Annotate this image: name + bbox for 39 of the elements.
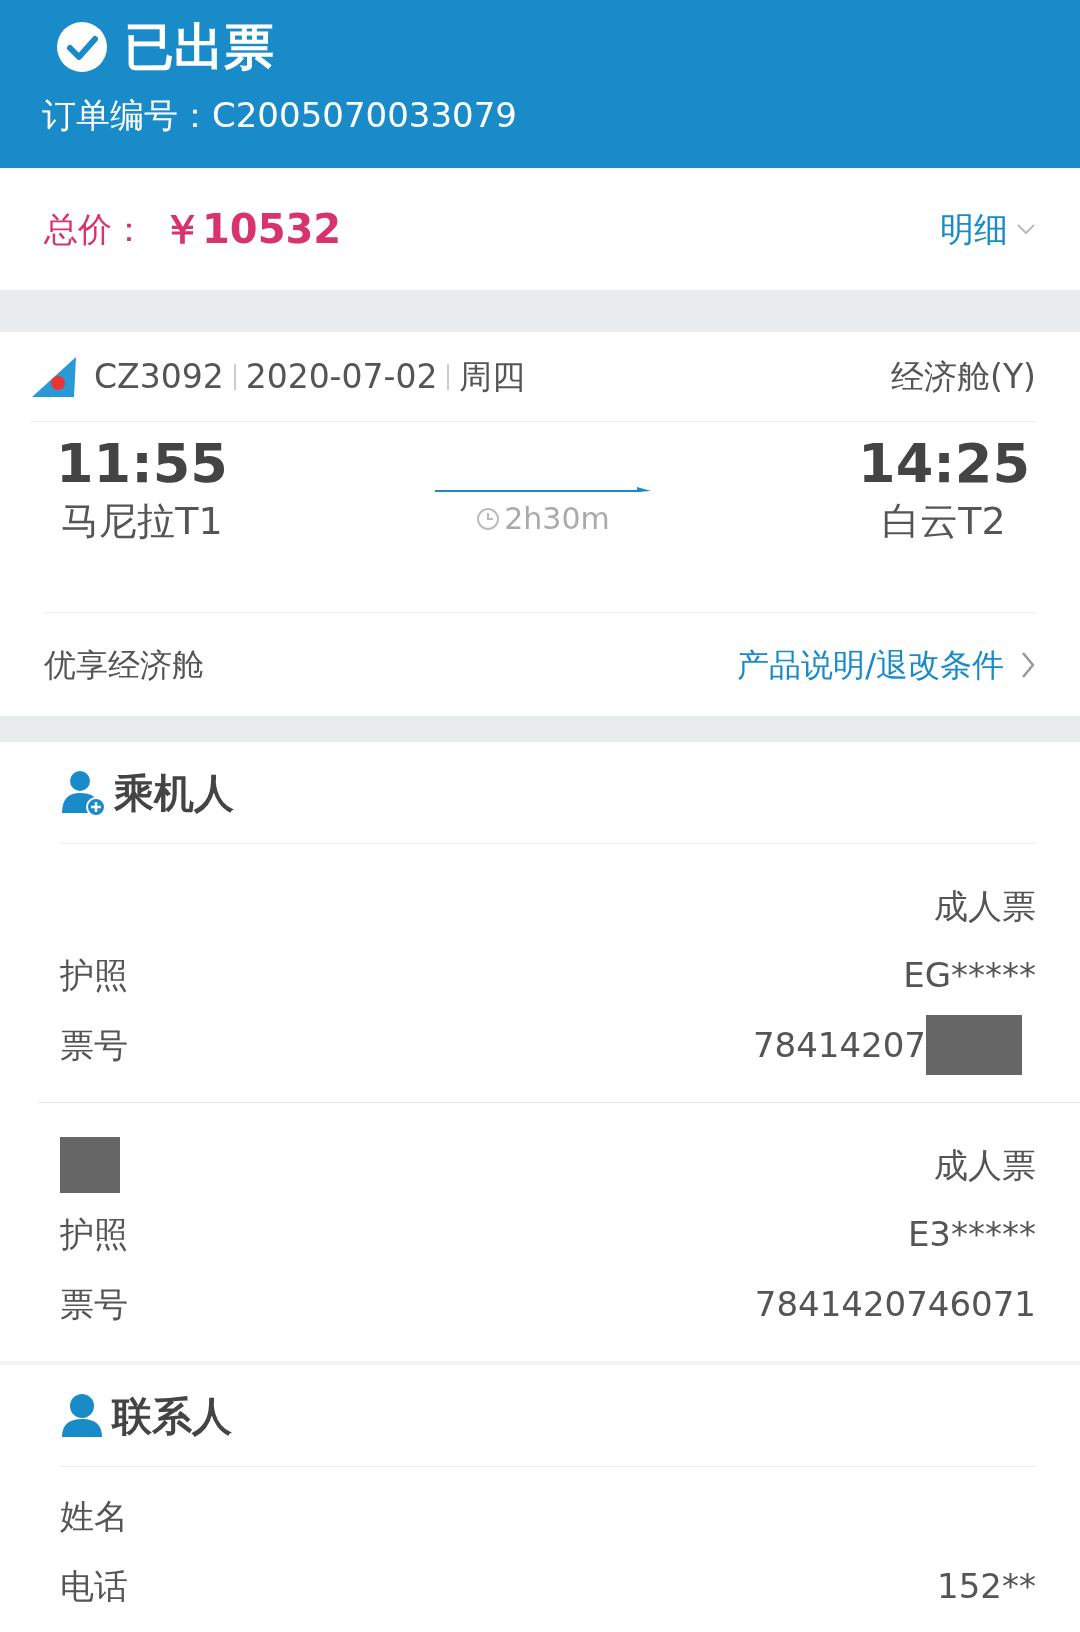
field-label: 姓名 [60, 1494, 128, 1538]
section-title: 联系人 [112, 1391, 232, 1441]
flight-duration: 2h30m [504, 500, 610, 538]
ticket-number: 78414207 [752, 1023, 926, 1067]
ticket-type: 成人票 [934, 1143, 1036, 1187]
product-name: 优享经济舱 [44, 644, 204, 686]
field-label: 票号 [60, 1023, 128, 1067]
arrival-airport: 白云T2 [882, 498, 1006, 546]
add-person-icon [60, 768, 106, 817]
field-label: 护照 [60, 1212, 128, 1256]
order-label: 订单编号： [42, 94, 212, 137]
order-number: C2005070033079 [212, 94, 517, 137]
chevron-down-icon [1016, 222, 1036, 236]
rules-link[interactable]: 产品说明/退改条件 [737, 640, 1036, 689]
flight-number: CZ3092 [94, 355, 224, 398]
status-title: 已出票 [124, 17, 274, 78]
field-label: 票号 [60, 1282, 128, 1326]
ticket-type: 成人票 [934, 884, 1036, 928]
arrival-time: 14:25 [858, 434, 1030, 494]
price-amount: ￥10532 [162, 205, 342, 254]
departure-time: 11:55 [56, 434, 228, 494]
flight-date: 2020-07-02 [245, 355, 438, 398]
field-label: 电话 [60, 1564, 128, 1608]
passport-number: E3***** [907, 1212, 1036, 1256]
departure-airport: 马尼拉T1 [61, 498, 223, 546]
field-label: 护照 [60, 953, 128, 997]
person-icon [60, 1392, 104, 1439]
cabin-class: 经济舱(Y) [891, 355, 1036, 398]
flight-weekday: 周四 [459, 355, 526, 398]
airline-tail-icon [30, 354, 78, 399]
detail-link[interactable]: 明细 [940, 203, 1036, 255]
price-label: 总价： [44, 207, 146, 251]
ticket-number: 7841420746071 [754, 1282, 1036, 1326]
clock-icon [476, 506, 501, 531]
check-circle-icon [56, 21, 108, 73]
section-title: 乘机人 [114, 768, 234, 818]
chevron-right-icon [1020, 650, 1036, 679]
field-value: 152** [937, 1564, 1036, 1608]
passport-number: EG***** [903, 953, 1036, 997]
